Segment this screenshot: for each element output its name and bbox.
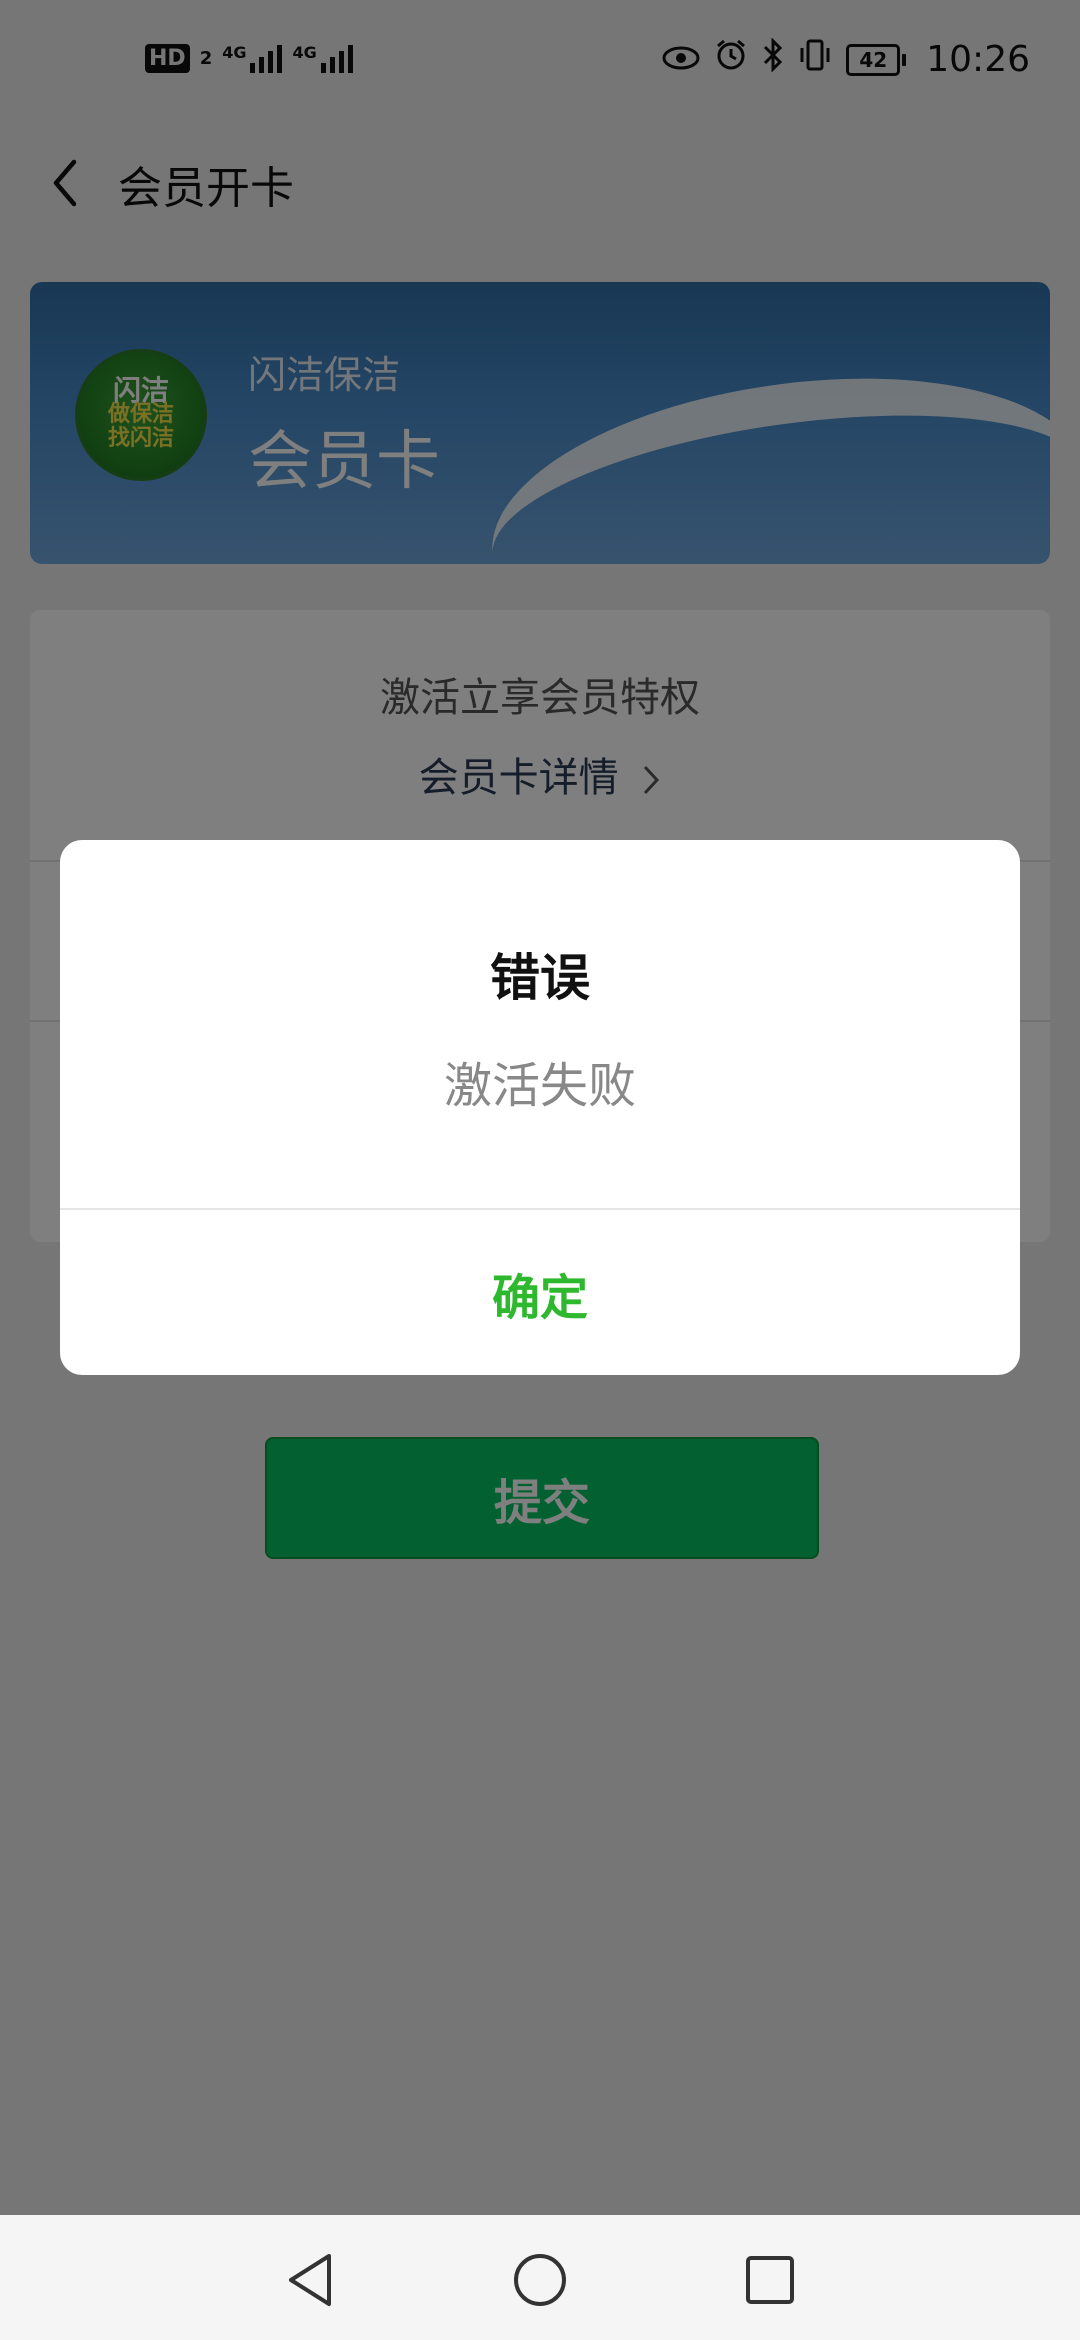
system-nav-bar xyxy=(0,2215,1080,2340)
nav-home-button[interactable] xyxy=(505,2245,575,2315)
error-dialog: 错误 激活失败 确定 xyxy=(60,840,1020,1375)
dialog-message: 激活失败 xyxy=(443,1058,636,1114)
circle-home-icon xyxy=(514,2254,566,2306)
dialog-title: 错误 xyxy=(490,949,590,1007)
nav-recents-button[interactable] xyxy=(735,2245,805,2315)
triangle-back-icon xyxy=(289,2254,331,2306)
square-recents-icon xyxy=(746,2256,794,2304)
nav-back-button[interactable] xyxy=(275,2245,345,2315)
confirm-button[interactable]: 确定 xyxy=(60,1210,1020,1375)
